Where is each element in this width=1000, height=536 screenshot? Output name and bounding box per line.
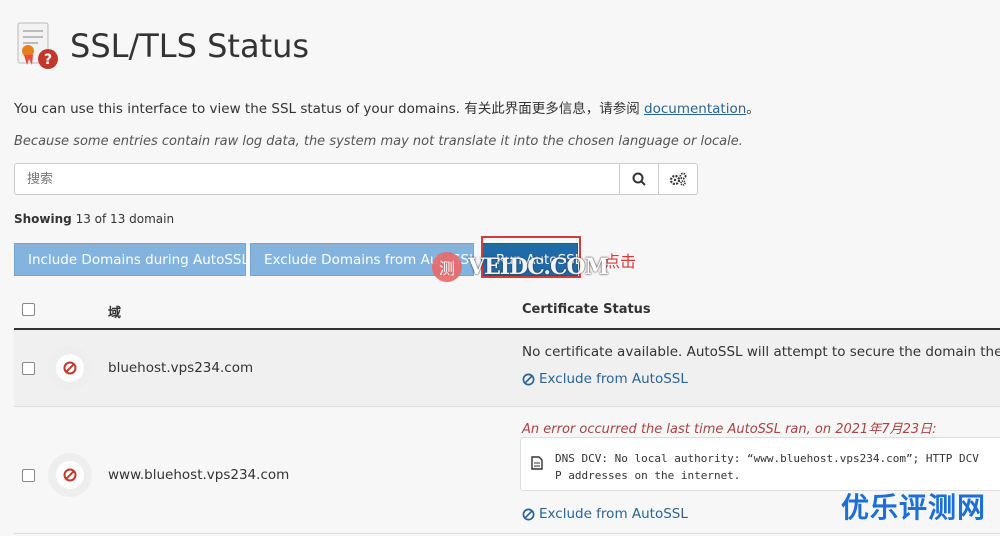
svg-text:?: ? xyxy=(44,52,52,68)
autossl-error-title: An error occurred the last time AutoSSL … xyxy=(522,422,937,437)
showing-count: Showing 13 of 13 domain xyxy=(14,212,174,226)
row-checkbox[interactable] xyxy=(22,469,35,482)
watermark-logo: 测 xyxy=(432,252,462,282)
domain-name: www.bluehost.vps234.com xyxy=(108,467,290,483)
include-domains-button[interactable]: Include Domains during AutoSSL xyxy=(14,243,249,276)
intro-suffix: 。 xyxy=(746,101,760,117)
watermark-text: VEIDC.COM xyxy=(468,254,609,280)
search-input[interactable] xyxy=(14,163,620,195)
error-status-icon xyxy=(56,354,84,382)
gears-icon xyxy=(669,172,687,186)
ban-icon xyxy=(522,508,535,520)
exclude-link-label: Exclude from AutoSSL xyxy=(539,506,688,522)
domain-column-header[interactable]: 域 xyxy=(108,302,121,321)
page-header: ? SSL/TLS Status xyxy=(14,20,309,72)
search-button[interactable] xyxy=(620,163,659,195)
exclude-from-autossl-link[interactable]: Exclude from AutoSSL xyxy=(522,506,688,522)
search-bar xyxy=(14,163,698,195)
exclude-link-label: Exclude from AutoSSL xyxy=(539,371,688,387)
showing-label: Showing xyxy=(14,212,72,226)
error-log-box: DNS DCV: No local authority: “www.blueho… xyxy=(520,437,1000,491)
status-column-header[interactable]: Certificate Status xyxy=(522,302,651,317)
annotation-click-text: 点击 xyxy=(604,252,637,271)
select-all-checkbox[interactable] xyxy=(22,303,35,316)
table-header: 域 Certificate Status xyxy=(14,292,1000,330)
settings-button[interactable] xyxy=(659,163,698,195)
brand-watermark: 优乐评测网 xyxy=(840,491,986,524)
showing-text: 13 of 13 domain xyxy=(75,212,175,226)
certificate-icon: ? xyxy=(14,21,60,71)
intro-text: You can use this interface to view the S… xyxy=(14,97,760,117)
intro-sentence: You can use this interface to view the S… xyxy=(14,101,645,117)
error-status-icon xyxy=(56,461,84,489)
error-log-text: DNS DCV: No local authority: “www.blueho… xyxy=(555,452,979,482)
document-icon xyxy=(531,456,543,470)
table-row: bluehost.vps234.com No certificate avail… xyxy=(14,330,1000,407)
domain-name: bluehost.vps234.com xyxy=(108,360,254,376)
documentation-link[interactable]: documentation xyxy=(644,101,746,117)
page-title: SSL/TLS Status xyxy=(70,27,310,65)
search-icon xyxy=(632,172,646,186)
exclude-from-autossl-link[interactable]: Exclude from AutoSSL xyxy=(522,371,688,387)
certificate-status-text: No certificate available. AutoSSL will a… xyxy=(522,344,1000,360)
row-checkbox[interactable] xyxy=(22,362,35,375)
watermark: 测 VEIDC.COM xyxy=(432,252,609,282)
ban-icon xyxy=(522,373,535,385)
locale-note: Because some entries contain raw log dat… xyxy=(14,134,743,149)
